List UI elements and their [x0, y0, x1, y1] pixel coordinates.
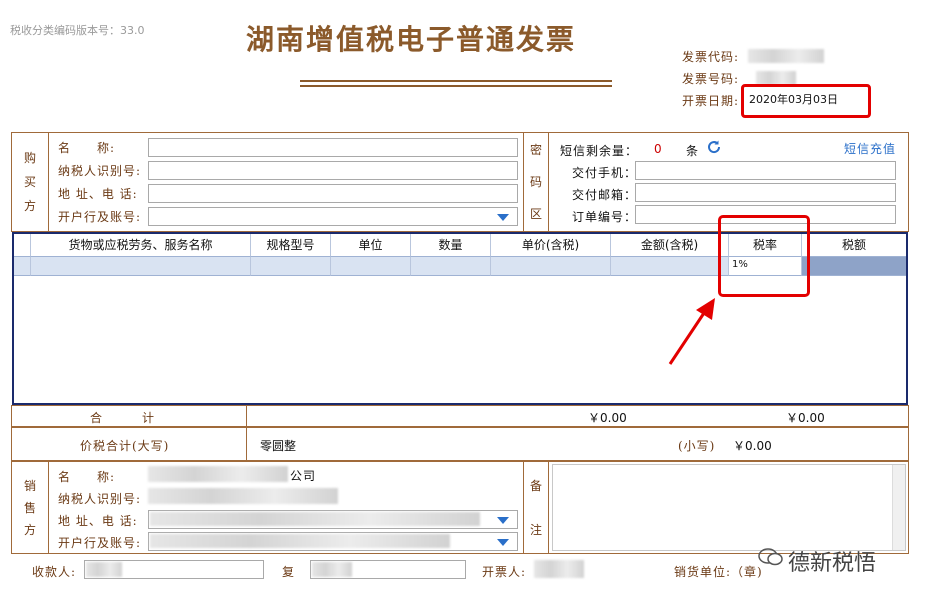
sms-remaining-label: 短信剩余量： — [560, 144, 639, 158]
buyer-section-label-2: 买 — [23, 175, 36, 189]
grand-total-small-label: (小写) — [678, 439, 716, 453]
chevron-down-icon[interactable] — [495, 513, 511, 527]
chevron-down-icon[interactable] — [495, 535, 511, 549]
payee-label: 收款人: — [32, 565, 77, 579]
item-spec-cell[interactable] — [251, 256, 331, 276]
row-handle-header — [14, 234, 31, 256]
col-header-spec: 规格型号 — [251, 234, 331, 256]
divider — [523, 461, 524, 554]
seller-name-partial: 公司 — [290, 469, 317, 483]
remarks-label-2: 注 — [529, 523, 542, 537]
item-price-cell[interactable] — [491, 256, 611, 276]
col-header-name: 货物或应税劳务、服务名称 — [31, 234, 251, 256]
delivery-email-label: 交付邮箱： — [572, 188, 638, 202]
delivery-phone-label: 交付手机： — [572, 166, 638, 180]
item-name-cell[interactable] — [31, 256, 251, 276]
seller-section-label-1: 销 — [23, 479, 36, 493]
delivery-phone-input[interactable] — [635, 161, 896, 180]
invoice-number-label: 发票号码: — [682, 72, 740, 86]
seller-bank-label: 开户行及账号: — [58, 536, 142, 550]
seller-name-value — [148, 466, 288, 482]
tax-code-version: 税收分类编码版本号：33.0 — [10, 24, 145, 37]
title-underline — [300, 80, 612, 82]
col-header-price: 单价(含税) — [491, 234, 611, 256]
issue-date-label: 开票日期: — [682, 94, 740, 108]
item-unit-cell[interactable] — [331, 256, 411, 276]
seller-name-label: 名 称: — [58, 470, 116, 484]
total-amount: ￥0.00 — [588, 411, 627, 425]
seller-seal-label: 销货单位:（章) — [674, 565, 763, 579]
order-number-label: 订单编号： — [572, 210, 638, 224]
seller-address-label: 地 址、电 话: — [58, 514, 138, 528]
remarks-textarea[interactable] — [552, 464, 906, 551]
buyer-section-label-3: 方 — [23, 199, 36, 213]
grand-total-words: 零圆整 — [260, 439, 297, 453]
buyer-bank-label: 开户行及账号: — [58, 210, 142, 224]
sms-remaining-value: 0 — [654, 142, 663, 156]
seller-tax-id-value — [148, 488, 338, 504]
total-label: 合 计 — [90, 411, 156, 425]
pointer-arrow-icon — [668, 298, 715, 365]
buyer-address-input[interactable] — [148, 184, 518, 203]
buyer-name-input[interactable] — [148, 138, 518, 157]
col-header-tax: 税额 — [802, 234, 906, 256]
row-handle[interactable] — [14, 256, 31, 276]
buyer-bank-select[interactable] — [148, 207, 518, 226]
invoice-title: 湖南增值税电子普通发票 — [246, 23, 577, 56]
sms-unit: 条 — [686, 144, 700, 158]
cipher-section-label-1: 密 — [529, 143, 542, 157]
divider — [548, 132, 549, 232]
issuer-label: 开票人: — [482, 565, 527, 579]
invoice-code-label: 发票代码: — [682, 50, 740, 64]
buyer-name-label: 名 称: — [58, 141, 116, 155]
divider — [246, 427, 247, 461]
divider — [246, 405, 247, 427]
divider — [48, 461, 49, 554]
buyer-section-label-1: 购 — [23, 151, 36, 165]
buyer-tax-id-label: 纳税人识别号: — [58, 164, 142, 178]
tax-rate-highlight-box — [718, 215, 810, 297]
buyer-tax-id-input[interactable] — [148, 161, 518, 180]
wechat-icon — [758, 547, 784, 567]
total-tax: ￥0.00 — [786, 411, 825, 425]
cipher-section-label-2: 码 — [529, 175, 542, 189]
seller-bank-value — [150, 534, 450, 548]
invoice-number-value — [756, 71, 796, 85]
grand-total-label: 价税合计(大写) — [80, 439, 170, 453]
reviewer-label: 复 — [282, 565, 296, 579]
col-header-amount: 金额(含税) — [611, 234, 729, 256]
watermark-text: 德新税悟 — [788, 551, 877, 576]
col-header-qty: 数量 — [411, 234, 491, 256]
remarks-label-1: 备 — [529, 479, 542, 493]
col-header-unit: 单位 — [331, 234, 411, 256]
seller-address-value — [150, 512, 480, 526]
delivery-email-input[interactable] — [635, 183, 896, 202]
item-tax-cell[interactable] — [802, 256, 906, 276]
seller-section-label-2: 售 — [23, 501, 36, 515]
title-underline — [300, 85, 612, 87]
seller-tax-id-label: 纳税人识别号: — [58, 492, 142, 506]
buyer-address-label: 地 址、电 话: — [58, 187, 138, 201]
issuer-value — [534, 560, 584, 578]
divider — [548, 461, 549, 554]
remarks-scrollbar[interactable] — [892, 465, 905, 550]
payee-value — [86, 562, 122, 577]
grand-total-small: ￥0.00 — [733, 439, 772, 453]
divider — [48, 132, 49, 232]
refresh-icon[interactable] — [706, 139, 722, 155]
invoice-code-value — [748, 49, 824, 63]
chevron-down-icon[interactable] — [495, 210, 511, 224]
item-amount-cell[interactable] — [611, 256, 729, 276]
item-qty-cell[interactable] — [411, 256, 491, 276]
divider — [523, 132, 524, 232]
sms-recharge-link[interactable]: 短信充值 — [844, 140, 896, 157]
seller-section-label-3: 方 — [23, 523, 36, 537]
cipher-section-label-3: 区 — [529, 207, 542, 221]
date-highlight-box — [741, 84, 871, 118]
reviewer-value — [312, 562, 352, 577]
